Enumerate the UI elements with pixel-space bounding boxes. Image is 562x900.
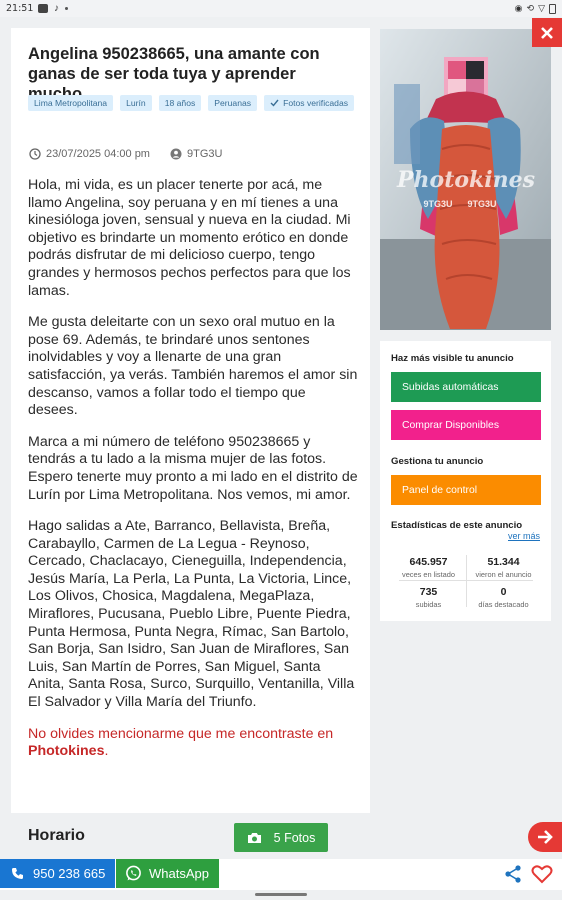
close-icon: [541, 26, 553, 39]
stat-value: 0: [500, 586, 507, 598]
stats-vertical-divider: [466, 555, 467, 607]
tag-district[interactable]: Lurín: [120, 95, 152, 111]
control-panel-button[interactable]: Panel de control: [391, 475, 541, 505]
stat-value: 51.344: [487, 556, 520, 568]
description-paragraph: Me gusta deleitarte con un sexo oral mut…: [28, 314, 358, 419]
reminder-brand: Photokines: [28, 743, 105, 760]
manage-heading: Gestiona tu anuncio: [391, 456, 484, 467]
profile-photo[interactable]: Photokines 9TG3U 9TG3U: [380, 29, 551, 330]
description-paragraph: Marca a mi número de teléfono 950238665 …: [28, 433, 358, 503]
favorite-button[interactable]: [531, 864, 553, 884]
eye-icon: ◉: [514, 3, 523, 13]
youtube-icon: [38, 4, 48, 13]
photo-code-left: 9TG3U: [423, 199, 452, 209]
photos-button-label: 5 Fotos: [273, 830, 316, 845]
stat-value: 645.957: [409, 556, 448, 568]
phone-number: 950 238 665: [33, 866, 106, 881]
checkmark-icon: [270, 99, 279, 107]
home-gesture-pill[interactable]: [255, 893, 307, 896]
listing-card: Angelina 950238665, una amante con ganas…: [11, 28, 370, 816]
stats-horizontal-divider: [399, 580, 533, 581]
whatsapp-label: WhatsApp: [149, 866, 209, 881]
reminder-end: .: [104, 743, 109, 760]
description-paragraph: Hola, mi vida, es un placer tenerte por …: [28, 177, 351, 299]
reminder-text: No olvides mencionarme que me encontrast…: [28, 726, 358, 761]
stats-grid: 645.957 veces en listado 51.344 vieron e…: [391, 550, 541, 612]
arrow-right-icon: [538, 830, 553, 844]
photos-button[interactable]: 5 Fotos: [234, 823, 328, 852]
photo-watermark: Photokines: [396, 167, 535, 193]
wifi-icon: ▽: [538, 3, 545, 13]
tiktok-icon: ♪: [54, 3, 59, 14]
stat-uploads: 735 subidas: [391, 586, 466, 609]
tag-list: Lima Metropolitana Lurín 18 años Peruana…: [28, 95, 358, 111]
stat-label: vieron el anuncio: [475, 570, 532, 579]
see-more-link[interactable]: ver más: [508, 531, 540, 541]
stat-label: días destacado: [478, 600, 529, 609]
tag-nationality[interactable]: Peruanas: [208, 95, 258, 111]
auto-uploads-button[interactable]: Subidas automáticas: [391, 372, 541, 402]
schedule-heading: Horario: [28, 827, 85, 844]
whatsapp-button[interactable]: WhatsApp: [116, 859, 219, 888]
tag-age[interactable]: 18 años: [158, 95, 202, 111]
section-divider: [11, 813, 370, 816]
listing-meta: 23/07/2025 04:00 pm 9TG3U: [29, 148, 222, 160]
verified-label: Fotos verificadas: [283, 98, 349, 108]
stat-listing-views: 645.957 veces en listado: [391, 556, 466, 579]
ad-management-panel: Haz más visible tu anuncio Subidas autom…: [380, 341, 551, 621]
user-icon: [170, 148, 182, 160]
stats-heading: Estadísticas de este anuncio: [391, 520, 523, 531]
whatsapp-icon: [126, 865, 141, 881]
battery-icon: [549, 3, 556, 14]
tag-verified: Fotos verificadas: [264, 95, 355, 111]
close-button[interactable]: [532, 18, 562, 47]
system-nav-bar: [0, 890, 562, 900]
stat-label: veces en listado: [402, 570, 455, 579]
call-button[interactable]: 950 238 665: [0, 859, 115, 888]
heart-icon: [531, 865, 553, 884]
stat-value: 735: [419, 586, 438, 598]
listing-date: 23/07/2025 04:00 pm: [46, 148, 150, 160]
stat-label: subidas: [415, 600, 442, 609]
dot-icon: [65, 7, 68, 10]
stat-ad-views: 51.344 vieron el anuncio: [466, 556, 541, 579]
sync-icon: ⟲: [526, 3, 535, 13]
listing-description: Hola, mi vida, es un placer tenerte por …: [28, 177, 358, 775]
photo-code-right: 9TG3U: [467, 199, 496, 209]
stat-featured-days: 0 días destacado: [466, 586, 541, 609]
promote-heading: Haz más visible tu anuncio: [391, 353, 514, 364]
clock-icon: [29, 148, 41, 160]
bottom-action-bar: 950 238 665 WhatsApp: [0, 859, 562, 890]
tag-region[interactable]: Lima Metropolitana: [28, 95, 114, 111]
next-listing-button[interactable]: [528, 822, 562, 852]
buy-available-button[interactable]: Comprar Disponibles: [391, 410, 541, 440]
description-paragraph: Hago salidas a Ate, Barranco, Bellavista…: [28, 518, 355, 711]
listing-code: 9TG3U: [186, 148, 223, 160]
share-icon: [505, 865, 521, 883]
share-button[interactable]: [503, 864, 523, 884]
reminder-prefix: No olvides mencionarme que me encontrast…: [28, 725, 334, 742]
phone-icon: [12, 868, 23, 879]
status-bar: 21:51 ♪ ◉ ⟲ ▽: [0, 0, 562, 17]
status-time: 21:51: [6, 3, 34, 14]
camera-icon: [247, 832, 261, 843]
